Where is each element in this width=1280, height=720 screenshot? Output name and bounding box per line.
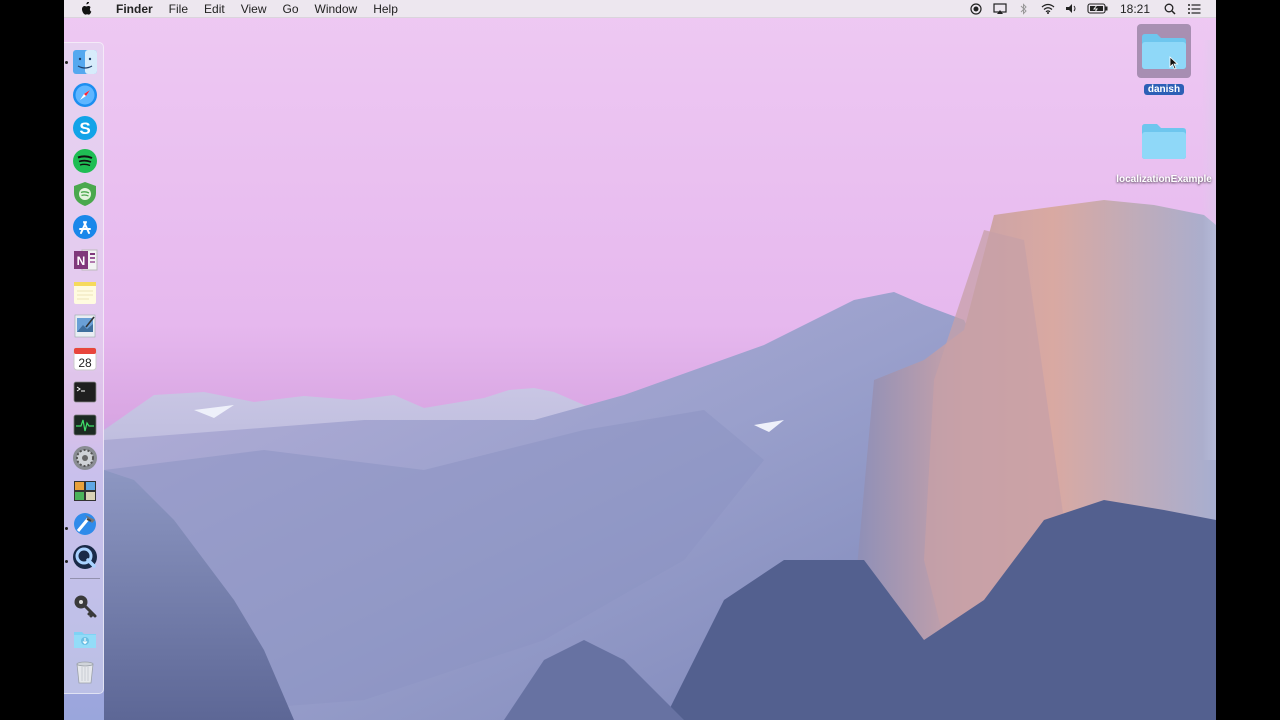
menu-clock[interactable]: 18:21 xyxy=(1112,2,1158,16)
vpn-shield-icon[interactable] xyxy=(70,179,100,209)
apple-logo-icon[interactable] xyxy=(64,1,108,16)
menu-file[interactable]: File xyxy=(161,0,196,18)
wifi-icon[interactable] xyxy=(1036,0,1060,18)
calendar-icon[interactable]: 28 xyxy=(70,344,100,374)
skype-icon[interactable]: S xyxy=(70,113,100,143)
desktop-icon-label[interactable]: danish xyxy=(1143,84,1185,95)
window-edge-shadow xyxy=(1202,40,1216,460)
record-icon[interactable] xyxy=(964,0,988,18)
onenote-icon[interactable]: N xyxy=(70,245,100,275)
downloads-folder-icon[interactable] xyxy=(70,624,100,654)
running-indicator xyxy=(65,527,68,530)
menu-edit[interactable]: Edit xyxy=(196,0,233,18)
wallpaper xyxy=(64,0,1216,720)
dock-separator xyxy=(70,578,100,579)
app-store-icon[interactable] xyxy=(70,212,100,242)
menu-help[interactable]: Help xyxy=(365,0,406,18)
desktop-folder-localizationexample[interactable]: localizationExample xyxy=(1116,114,1212,185)
running-indicator xyxy=(65,560,68,563)
menu-view[interactable]: View xyxy=(233,0,275,18)
preview-icon[interactable] xyxy=(70,311,100,341)
mouse-cursor-icon xyxy=(1169,56,1179,70)
menu-go[interactable]: Go xyxy=(275,0,307,18)
folder-icon[interactable] xyxy=(1137,114,1191,168)
airplay-icon[interactable] xyxy=(988,0,1012,18)
dock: S N 28 xyxy=(64,42,104,694)
spotlight-icon[interactable] xyxy=(1158,0,1182,18)
photos-grid-icon[interactable] xyxy=(70,476,100,506)
desktop-folder-danish[interactable]: danish xyxy=(1116,24,1212,95)
trash-icon[interactable] xyxy=(70,657,100,687)
menu-bar: Finder File Edit View Go Window Help 18:… xyxy=(64,0,1216,18)
bluetooth-icon[interactable] xyxy=(1012,0,1036,18)
calendar-date-label: 28 xyxy=(78,356,92,370)
menu-window[interactable]: Window xyxy=(307,0,366,18)
svg-text:N: N xyxy=(77,254,86,268)
terminal-icon[interactable] xyxy=(70,377,100,407)
running-indicator xyxy=(65,61,68,64)
folder-icon[interactable] xyxy=(1137,24,1191,78)
desktop-icon-label[interactable]: localizationExample xyxy=(1116,174,1212,185)
xcode-icon[interactable] xyxy=(70,509,100,539)
spotify-icon[interactable] xyxy=(70,146,100,176)
svg-text:S: S xyxy=(79,119,90,138)
quicktime-icon[interactable] xyxy=(70,542,100,572)
menu-finder[interactable]: Finder xyxy=(108,0,161,18)
notes-icon[interactable] xyxy=(70,278,100,308)
volume-icon[interactable] xyxy=(1060,0,1084,18)
keychain-icon[interactable] xyxy=(70,591,100,621)
activity-monitor-icon[interactable] xyxy=(70,410,100,440)
desktop-screen: Finder File Edit View Go Window Help 18:… xyxy=(64,0,1216,720)
safari-icon[interactable] xyxy=(70,80,100,110)
notification-center-icon[interactable] xyxy=(1182,0,1206,18)
battery-icon[interactable] xyxy=(1084,0,1112,18)
finder-icon[interactable] xyxy=(70,47,100,77)
system-preferences-icon[interactable] xyxy=(70,443,100,473)
